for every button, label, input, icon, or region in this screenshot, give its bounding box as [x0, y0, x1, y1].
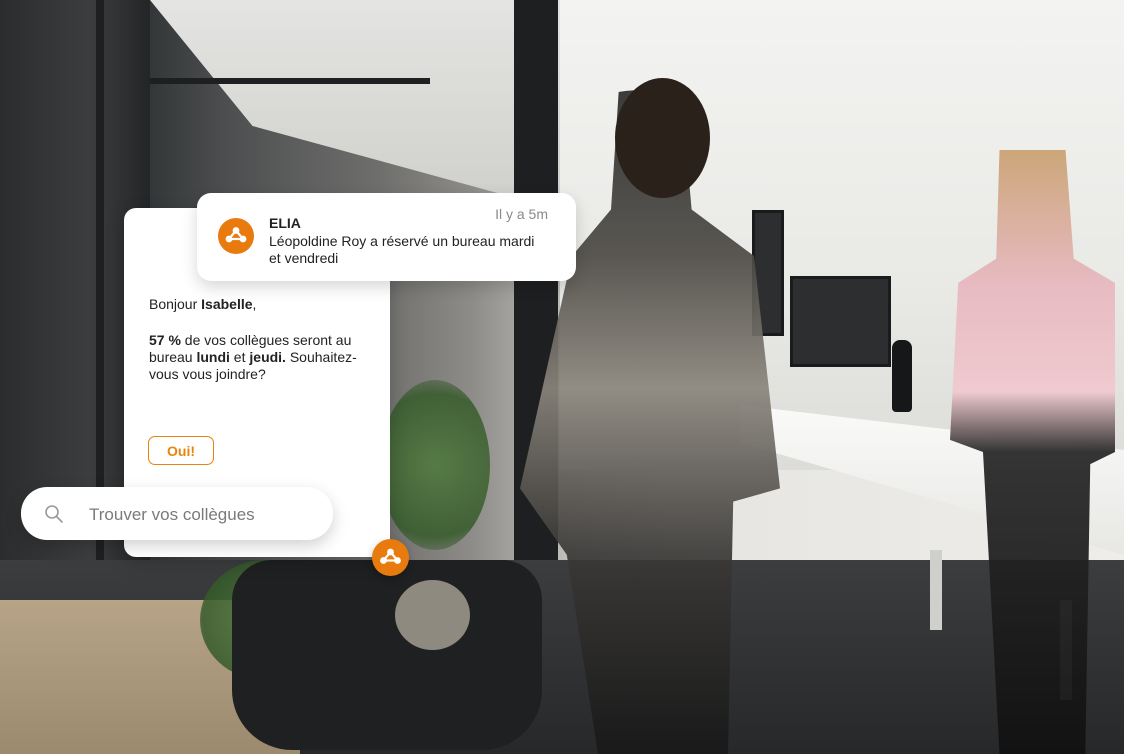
elia-logo-button[interactable]	[372, 539, 409, 576]
search-icon	[44, 504, 64, 524]
search-input[interactable]	[87, 499, 321, 531]
background-chair-opening	[395, 580, 470, 650]
greeting-suffix: ,	[252, 296, 257, 312]
notification-time: Il y a 5m	[495, 206, 548, 222]
background-chair	[232, 560, 542, 750]
greeting-name: Isabelle	[201, 296, 253, 312]
background-plant	[380, 380, 490, 550]
notification-sender: ELIA	[269, 215, 301, 231]
notification-message: Léopoldine Roy a réservé un bureau mardi…	[269, 233, 535, 266]
attendance-percent: 57 %	[149, 332, 181, 348]
background-monitor	[790, 276, 891, 367]
elia-logo-icon	[380, 548, 401, 564]
attendance-day-1: lundi	[196, 349, 230, 365]
attendance-text-2: et	[229, 349, 250, 365]
notification-card[interactable]: ELIA Il y a 5m Léopoldine Roy a réservé …	[197, 193, 576, 281]
app-scene: Bonjour Isabelle, 57 % de vos collègues …	[0, 0, 1124, 754]
background-person-head	[615, 78, 710, 198]
background-bottle	[892, 340, 912, 412]
background-window-frame	[150, 78, 430, 84]
greeting-prefix: Bonjour	[149, 296, 202, 312]
join-yes-button[interactable]: Oui!	[148, 436, 214, 465]
search-bar[interactable]	[21, 487, 333, 540]
greeting-text: Bonjour Isabelle,	[149, 296, 256, 312]
background-desk-leg	[930, 550, 942, 630]
attendance-message: 57 % de vos collègues seront au bureau l…	[149, 332, 359, 383]
elia-logo-icon	[218, 218, 254, 254]
attendance-day-2: jeudi.	[249, 349, 286, 365]
